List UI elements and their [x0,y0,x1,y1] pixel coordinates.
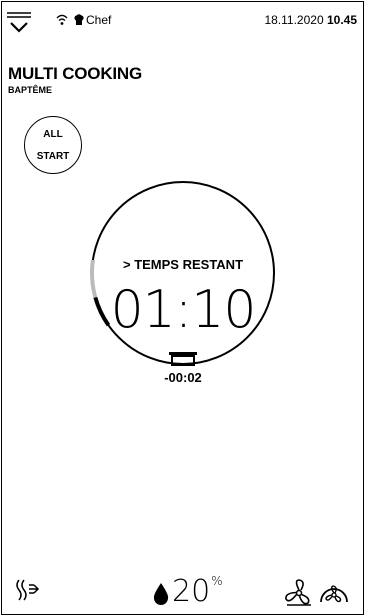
remaining-label: > TEMPS RESTANT [122,257,244,272]
page-subtitle: BAPTÊME [8,85,53,95]
humidity-value: 20 [172,574,211,609]
humidity-unit: % [211,574,223,588]
status-bar: Chef 18.11.2020 10.45 [0,0,365,40]
user-label: Chef [86,13,112,27]
wifi-icon [56,14,68,25]
date-label: 18.11.2020 [264,13,324,27]
all-start-label: ALL START [36,128,70,162]
humidity-display[interactable]: 20% [172,574,223,609]
date-time: 18.11.2020 10.45 [264,13,357,27]
fan-icon[interactable] [284,578,314,608]
timer-value: 01:10 [110,280,257,340]
fan-speed-icon[interactable] [318,578,350,608]
steam-icon[interactable] [14,576,42,606]
chef-hat-icon [74,14,84,25]
drop-icon [153,583,169,605]
tray-icon [169,352,197,366]
time-label: 10.45 [326,13,357,27]
all-start-button[interactable]: ALL START [24,116,82,174]
page-title: MULTI COOKING [8,64,143,83]
menu-icon[interactable] [6,11,32,37]
time-offset: -00:02 [164,370,202,385]
